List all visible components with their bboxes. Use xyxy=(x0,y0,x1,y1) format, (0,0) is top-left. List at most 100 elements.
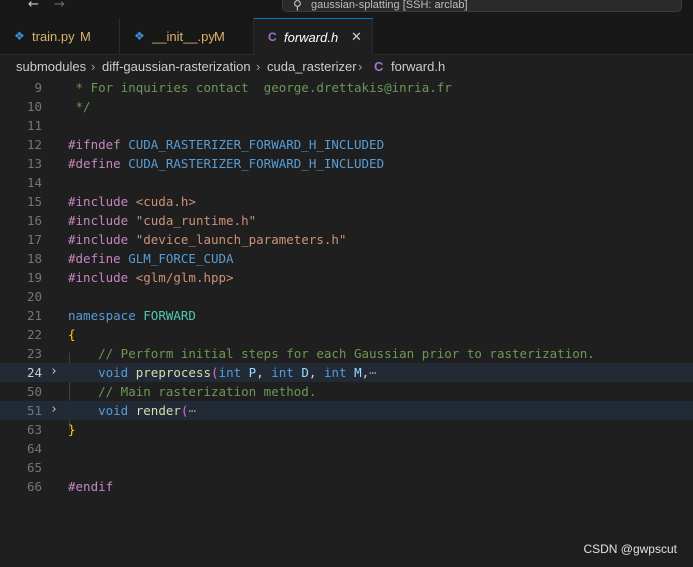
tab-label: __init__.py xyxy=(152,29,215,44)
back-arrow-icon[interactable]: ← xyxy=(28,0,42,14)
modified-badge: M xyxy=(80,29,91,44)
c-file-icon: C xyxy=(268,30,277,44)
code-line[interactable]: 51 › void render(⋯ xyxy=(0,401,693,420)
line-number: 14 xyxy=(26,175,42,190)
line-number: 63 xyxy=(26,422,42,437)
modified-badge: M xyxy=(214,29,225,44)
code-token: render xyxy=(135,403,181,418)
code-line[interactable]: 64 xyxy=(0,439,693,458)
code-line[interactable]: 50 // Main rasterization method. xyxy=(0,382,693,401)
code-line[interactable]: 16 #include "cuda_runtime.h" xyxy=(0,211,693,230)
code-line[interactable]: 19 #include <glm/glm.hpp> xyxy=(0,268,693,287)
code-token: // Main rasterization method. xyxy=(68,384,317,399)
line-number: 17 xyxy=(26,232,42,247)
code-text: #include <cuda.h> xyxy=(68,194,196,209)
code-line[interactable]: 9 * For inquiries contact george.drettak… xyxy=(0,78,693,97)
code-text: #ifndef CUDA_RASTERIZER_FORWARD_H_INCLUD… xyxy=(68,137,384,152)
code-token: "device_launch_parameters.h" xyxy=(135,232,347,247)
editor-tab-bar: ❖ train.py M ❖ __init__.py M C forward.h… xyxy=(0,18,693,56)
command-center-text: gaussian-splatting [SSH: arclab] xyxy=(311,0,468,11)
line-number: 66 xyxy=(26,479,42,494)
code-text: #include "device_launch_parameters.h" xyxy=(68,232,346,247)
code-token: ⋯ xyxy=(188,403,196,418)
code-line[interactable]: 13 #define CUDA_RASTERIZER_FORWARD_H_INCL… xyxy=(0,154,693,173)
code-text: #endif xyxy=(68,479,113,494)
command-center[interactable]: ⚲ gaussian-splatting [SSH: arclab] xyxy=(282,0,682,12)
code-text: * For inquiries contact george.drettakis… xyxy=(68,80,452,95)
breadcrumb-diff-gaussian-rasterization[interactable]: diff-gaussian-rasterization xyxy=(102,59,251,74)
code-token: ⋯ xyxy=(369,365,377,380)
code-line[interactable]: 21 namespace FORWARD xyxy=(0,306,693,325)
breadcrumb-cuda-rasterizer[interactable]: cuda_rasterizer xyxy=(267,59,357,74)
code-line[interactable]: 17 #include "device_launch_parameters.h" xyxy=(0,230,693,249)
code-editor[interactable]: 9 * For inquiries contact george.drettak… xyxy=(0,78,693,567)
fold-chevron-icon[interactable]: › xyxy=(50,402,58,418)
title-bar: ← → ⚲ gaussian-splatting [SSH: arclab] xyxy=(0,0,693,18)
code-line[interactable]: 11 xyxy=(0,116,693,135)
line-number: 9 xyxy=(34,80,42,95)
code-token: #include xyxy=(68,194,136,209)
code-token: int xyxy=(271,365,302,380)
tab-forward-h[interactable]: C forward.h ✕ xyxy=(254,18,373,56)
code-line[interactable]: 65 xyxy=(0,458,693,477)
breadcrumb-separator: › xyxy=(358,59,363,74)
line-number: 13 xyxy=(26,156,42,171)
code-token: } xyxy=(68,422,76,437)
code-line[interactable]: 18 #define GLM_FORCE_CUDA xyxy=(0,249,693,268)
search-icon: ⚲ xyxy=(293,0,302,12)
code-line[interactable]: 66 #endif xyxy=(0,477,693,496)
code-token: */ xyxy=(68,99,91,114)
code-text: #define CUDA_RASTERIZER_FORWARD_H_INCLUD… xyxy=(68,156,384,171)
close-icon[interactable]: ✕ xyxy=(351,30,362,44)
python-icon: ❖ xyxy=(14,29,25,43)
forward-arrow-icon[interactable]: → xyxy=(54,0,68,14)
code-token: #define xyxy=(68,251,129,266)
code-line[interactable]: 14 xyxy=(0,173,693,192)
code-token: GLM_FORCE_CUDA xyxy=(128,251,234,266)
watermark: CSDN @gwpscut xyxy=(583,542,677,556)
code-token: #include xyxy=(68,213,136,228)
code-text: #include <glm/glm.hpp> xyxy=(68,270,234,285)
code-line[interactable]: 63} xyxy=(0,420,693,439)
code-token: #ifndef xyxy=(68,137,129,152)
code-text: { xyxy=(68,327,76,342)
code-line[interactable]: 23 // Perform initial steps for each Gau… xyxy=(0,344,693,363)
code-line[interactable]: 15 #include <cuda.h> xyxy=(0,192,693,211)
line-number: 50 xyxy=(26,384,42,399)
tab-init-py[interactable]: ❖ __init__.py M xyxy=(120,18,254,55)
line-number: 16 xyxy=(26,213,42,228)
code-line[interactable]: 24 › void preprocess(int P, int D, int M,… xyxy=(0,363,693,382)
code-text: } xyxy=(68,422,76,437)
c-file-icon: C xyxy=(374,59,384,74)
code-token: <cuda.h> xyxy=(135,194,196,209)
code-line[interactable]: 20 xyxy=(0,287,693,306)
code-token: void xyxy=(98,403,136,418)
fold-chevron-icon[interactable]: › xyxy=(50,364,58,380)
line-number: 15 xyxy=(26,194,42,209)
line-number: 12 xyxy=(26,137,42,152)
line-number: 19 xyxy=(26,270,42,285)
code-token: M xyxy=(354,365,362,380)
line-number: 22 xyxy=(26,327,42,342)
breadcrumb-forward-h[interactable]: forward.h xyxy=(391,59,445,74)
code-token: #include xyxy=(68,232,136,247)
line-number: 65 xyxy=(26,460,42,475)
tab-train-py[interactable]: ❖ train.py M xyxy=(0,18,120,55)
code-token: , xyxy=(361,365,370,380)
code-token: // Perform initial steps for each Gaussi… xyxy=(68,346,595,361)
breadcrumb-submodules[interactable]: submodules xyxy=(16,59,86,74)
code-token: #include xyxy=(68,270,136,285)
code-line[interactable]: 10 */ xyxy=(0,97,693,116)
code-token: CUDA_RASTERIZER_FORWARD_H_INCLUDED xyxy=(128,156,385,171)
line-number: 23 xyxy=(26,346,42,361)
breadcrumb-separator: › xyxy=(256,59,261,74)
code-line[interactable]: 12 #ifndef CUDA_RASTERIZER_FORWARD_H_INCL… xyxy=(0,135,693,154)
code-line[interactable]: 22 { xyxy=(0,325,693,344)
code-token: int xyxy=(323,365,355,380)
code-text: #include "cuda_runtime.h" xyxy=(68,213,256,228)
line-number: 24 xyxy=(26,365,42,380)
code-token: #endif xyxy=(68,479,114,494)
code-token: "cuda_runtime.h" xyxy=(135,213,257,228)
